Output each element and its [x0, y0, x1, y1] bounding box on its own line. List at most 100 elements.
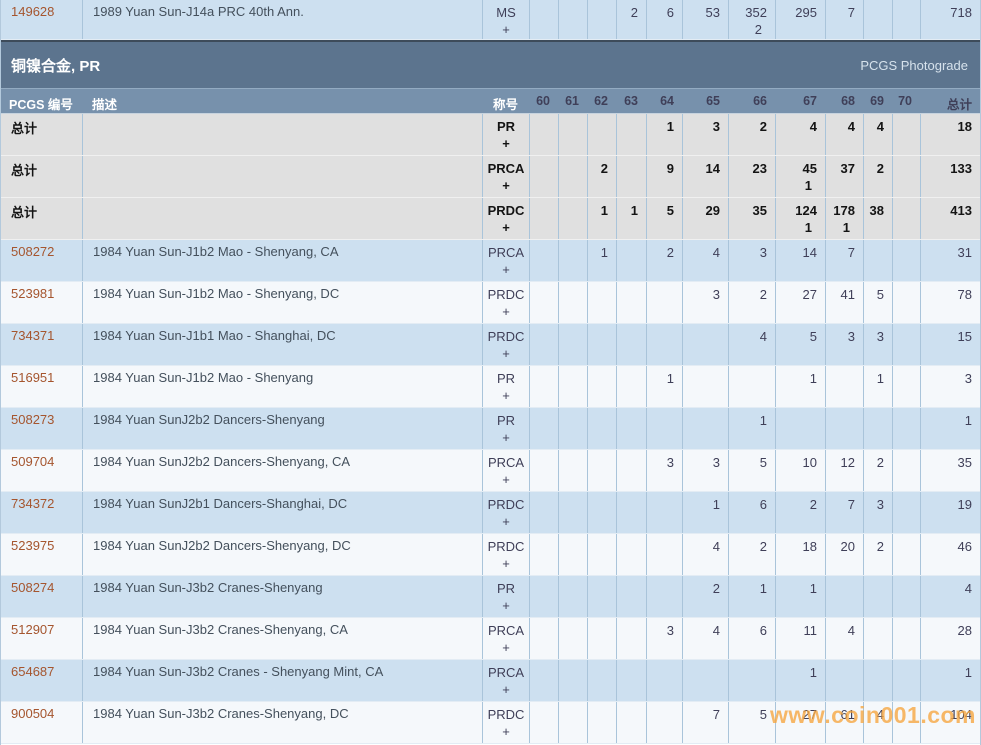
- grade-count-cell: [587, 618, 616, 659]
- grade-count-value: 2: [617, 4, 638, 21]
- grade-count-value: [776, 412, 817, 429]
- grade-count-value: [826, 664, 855, 681]
- grade-count-plus-value: [647, 681, 674, 698]
- pcgs-number-link[interactable]: 512907: [11, 622, 54, 637]
- grade-count-cell: [892, 492, 920, 533]
- designation-cell: PR+: [482, 408, 529, 449]
- grade-count-plus-value: [588, 471, 608, 488]
- grade-count-value: [864, 244, 884, 261]
- grade-count-plus-value: [893, 135, 912, 152]
- grade-count-value: 6: [729, 496, 767, 513]
- designation-value: PRDC: [483, 286, 529, 303]
- column-header-description: 描述: [82, 89, 482, 113]
- totals-label: 总计: [11, 205, 37, 220]
- grade-count-plus-value: [893, 429, 912, 446]
- designation-value: PR: [483, 370, 529, 387]
- pcgs-number-link[interactable]: 508274: [11, 580, 54, 595]
- grade-count-cell: [863, 0, 892, 39]
- pcgs-photograde-link[interactable]: PCGS Photograde: [860, 58, 968, 73]
- pcgs-number-link[interactable]: 734372: [11, 496, 54, 511]
- grade-count-value: [617, 118, 638, 135]
- grade-count-plus-value: [683, 387, 720, 404]
- pcgs-number-link[interactable]: 509704: [11, 454, 54, 469]
- grade-count-value: 35: [729, 202, 767, 219]
- pcgs-number-link[interactable]: 900504: [11, 706, 54, 721]
- pcgs-number-link[interactable]: 149628: [11, 4, 54, 19]
- grade-count-value: 2: [864, 160, 884, 177]
- grade-count-plus-value: [729, 681, 767, 698]
- grade-count-plus-value: [530, 177, 550, 194]
- grade-count-plus-value: [826, 471, 855, 488]
- pcgs-number-link[interactable]: 516951: [11, 370, 54, 385]
- grade-count-cell: [616, 324, 646, 365]
- grade-count-value: [893, 286, 912, 303]
- grade-count-cell: [587, 324, 616, 365]
- grade-count-value: [530, 496, 550, 513]
- grade-count-value: 9: [647, 160, 674, 177]
- pcgs-number-link[interactable]: 523975: [11, 538, 54, 553]
- grade-count-value: 5: [776, 328, 817, 345]
- grade-count-plus-value: [893, 723, 912, 740]
- grade-count-cell: 1: [775, 660, 825, 701]
- grade-count-plus-value: [530, 555, 550, 572]
- grade-count-plus-value: [617, 681, 638, 698]
- grade-count-value: [893, 538, 912, 555]
- grade-count-plus-value: [588, 429, 608, 446]
- grade-count-value: 3: [647, 454, 674, 471]
- grade-count-cell: [892, 198, 920, 239]
- grade-count-plus-value: [647, 303, 674, 320]
- pcgs-number-link[interactable]: 654687: [11, 664, 54, 679]
- grade-count-value: 352: [729, 4, 767, 21]
- grade-count-value: 3: [826, 328, 855, 345]
- grade-count-cell: [892, 324, 920, 365]
- grade-count-value: 3: [683, 286, 720, 303]
- grade-count-value: 295: [776, 4, 817, 21]
- pcgs-number-link[interactable]: 508273: [11, 412, 54, 427]
- plus-indicator: +: [483, 345, 529, 362]
- grade-count-value: [893, 328, 912, 345]
- pcgs-number-link[interactable]: 523981: [11, 286, 54, 301]
- grade-count-value: 5: [647, 202, 674, 219]
- totals-row: 总计PRDC+11529351241178138413: [1, 198, 980, 240]
- designation-value: PRCA: [483, 664, 529, 681]
- grade-count-cell: 41: [825, 282, 863, 323]
- grade-count-plus-value: [729, 429, 767, 446]
- grade-count-cell: [682, 660, 728, 701]
- grade-count-cell: [646, 660, 682, 701]
- pcgs-number-link[interactable]: 508272: [11, 244, 54, 259]
- pcgs-number-cell: 508272: [1, 240, 82, 281]
- grade-count-value: [826, 580, 855, 597]
- grade-count-cell: 2: [863, 156, 892, 197]
- grade-count-cell: [558, 702, 587, 743]
- grade-count-value: [588, 622, 608, 639]
- grade-count-cell: 2: [728, 282, 775, 323]
- grade-count-value: [588, 286, 608, 303]
- grade-count-plus-value: [921, 177, 972, 194]
- table-row: 5169511984 Yuan Sun-J1b2 Mao - ShenyangP…: [1, 366, 980, 408]
- section-header: 铜镍合金, PR PCGS Photograde: [1, 40, 980, 88]
- grade-count-plus-value: [530, 597, 550, 614]
- grade-count-cell: 4: [863, 114, 892, 155]
- totals-label: 总计: [11, 163, 37, 178]
- pcgs-number-cell: 900504: [1, 702, 82, 743]
- grade-count-plus-value: [864, 303, 884, 320]
- grade-count-cell: [825, 366, 863, 407]
- grade-count-cell: 38: [863, 198, 892, 239]
- grade-count-value: [530, 580, 550, 597]
- designation-value: PRDC: [483, 202, 529, 219]
- grade-count-plus-value: [588, 597, 608, 614]
- grade-count-value: [530, 328, 550, 345]
- grade-count-cell: [825, 660, 863, 701]
- grade-count-value: 1: [588, 244, 608, 261]
- pcgs-number-link[interactable]: 734371: [11, 328, 54, 343]
- grade-count-cell: [892, 576, 920, 617]
- pcgs-number-cell: 734371: [1, 324, 82, 365]
- pcgs-number-cell: 523975: [1, 534, 82, 575]
- grade-count-cell: [616, 450, 646, 491]
- grade-count-cell: 1: [587, 240, 616, 281]
- grade-count-cell: 14: [682, 156, 728, 197]
- grade-count-cell: 4: [920, 576, 980, 617]
- grade-count-value: [617, 412, 638, 429]
- column-header-row: PCGS 编号描述称号6061626364656667686970总计: [1, 88, 980, 114]
- grade-count-cell: [558, 282, 587, 323]
